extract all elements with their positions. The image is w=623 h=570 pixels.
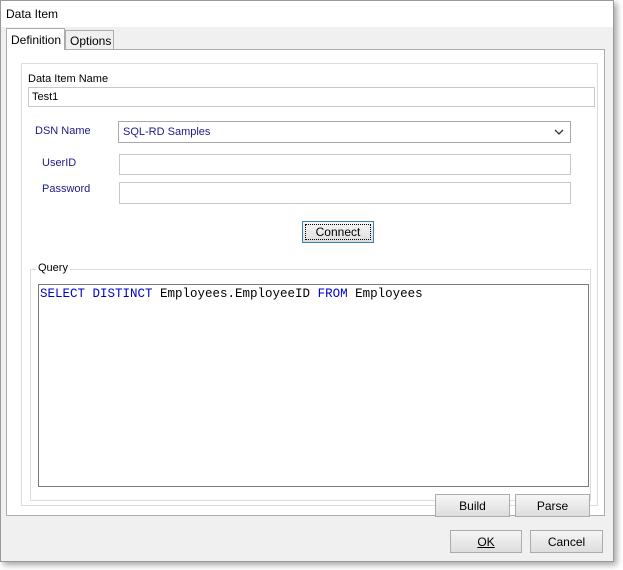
query-group: Query SELECT DISTINCT Employees.Employee… (30, 262, 591, 517)
cancel-button-label: Cancel (547, 534, 586, 549)
build-button[interactable]: Build (435, 494, 510, 517)
definition-group: Data Item Name DSN Name SQL-RD Samples U… (21, 63, 598, 517)
ok-button[interactable]: OK (450, 530, 522, 553)
query-editor[interactable]: SELECT DISTINCT Employees.EmployeeID FRO… (38, 284, 589, 487)
tab-definition[interactable]: Definition (6, 28, 65, 50)
dialog-button-bar: OK Cancel (1, 521, 613, 561)
sql-keyword: FROM (317, 287, 348, 301)
userid-label: UserID (42, 157, 77, 169)
password-label: Password (42, 183, 91, 195)
sql-keyword: SELECT DISTINCT (40, 287, 153, 301)
query-label: Query (36, 262, 70, 274)
definition-panel: Data Item Name DSN Name SQL-RD Samples U… (6, 49, 605, 517)
password-field[interactable] (119, 182, 571, 204)
connect-button[interactable]: Connect (302, 221, 374, 243)
data-item-name-field[interactable] (28, 87, 595, 107)
sql-text: Employees (347, 287, 423, 301)
ok-button-label: OK (477, 534, 495, 549)
tab-options[interactable]: Options (65, 30, 114, 49)
dsn-selected-value: SQL-RD Samples (123, 126, 211, 138)
chevron-down-icon (554, 129, 564, 135)
cancel-button[interactable]: Cancel (530, 530, 603, 553)
data-item-dialog: Data Item Definition Options Data Item N… (0, 0, 614, 562)
window-title: Data Item (6, 7, 59, 21)
userid-field[interactable] (119, 154, 571, 175)
sql-text: Employees.EmployeeID (152, 287, 318, 301)
data-item-name-label: Data Item Name (28, 73, 109, 85)
parse-button[interactable]: Parse (515, 494, 590, 517)
title-bar: Data Item (1, 1, 613, 27)
dsn-name-dropdown[interactable]: SQL-RD Samples (118, 121, 571, 143)
dsn-name-label: DSN Name (35, 125, 91, 137)
